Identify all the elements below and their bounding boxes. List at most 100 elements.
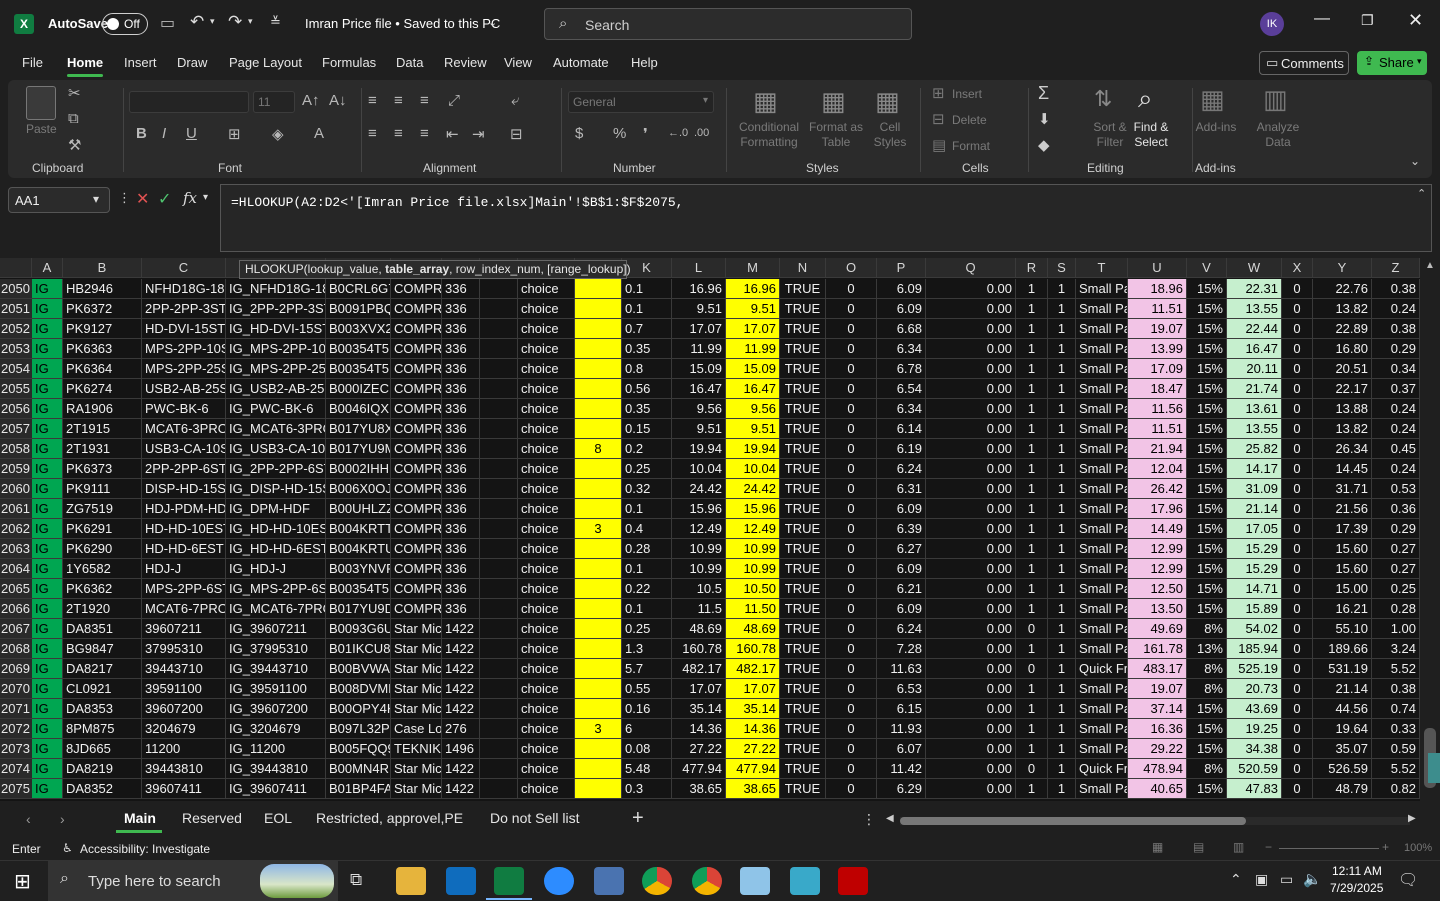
- cell-v[interactable]: 15%: [1187, 599, 1227, 619]
- cell-y[interactable]: 55.10: [1313, 619, 1372, 639]
- cell-l[interactable]: 9.51: [672, 299, 726, 319]
- menu-home[interactable]: Home: [67, 55, 103, 70]
- cell-i[interactable]: choice: [518, 359, 575, 379]
- cell-e[interactable]: B000IZECH: [326, 379, 391, 399]
- row-header[interactable]: 2058: [0, 439, 32, 459]
- cell-z[interactable]: 0.27: [1372, 539, 1420, 559]
- cell-b[interactable]: ZG7519: [63, 499, 142, 519]
- cell-x[interactable]: 0: [1282, 599, 1313, 619]
- cell-m[interactable]: 17.07: [726, 679, 780, 699]
- insert-cells-icon[interactable]: ⊞: [932, 84, 945, 102]
- cell-t[interactable]: Small Pa: [1076, 459, 1128, 479]
- cell-o[interactable]: 0: [826, 299, 877, 319]
- cancel-entry-icon[interactable]: ✕: [136, 189, 149, 209]
- cell-b[interactable]: PK6363: [63, 339, 142, 359]
- cell-t[interactable]: Small Pa: [1076, 679, 1128, 699]
- cell-h[interactable]: [480, 399, 518, 419]
- cell-k[interactable]: 5.7: [622, 659, 672, 679]
- column-header-m[interactable]: M: [726, 258, 780, 278]
- cell-f[interactable]: TEKNIK: [391, 739, 442, 759]
- hscroll-thumb[interactable]: [900, 817, 1246, 825]
- cell-k[interactable]: 0.8: [622, 359, 672, 379]
- cell-l[interactable]: 9.51: [672, 419, 726, 439]
- cell-p[interactable]: 6.24: [877, 459, 926, 479]
- cell-k[interactable]: 0.55: [622, 679, 672, 699]
- cell-d[interactable]: IG_39607200: [226, 699, 326, 719]
- minimize-icon[interactable]: —: [1314, 10, 1330, 28]
- cell-w[interactable]: 520.59: [1227, 759, 1282, 779]
- cell-k[interactable]: 0.1: [622, 559, 672, 579]
- cell-w[interactable]: 14.17: [1227, 459, 1282, 479]
- cell-e[interactable]: B097L32PI: [326, 719, 391, 739]
- cell-c[interactable]: USB3-CA-10S: [142, 439, 226, 459]
- cell-a[interactable]: IG: [32, 659, 63, 679]
- cell-v[interactable]: 15%: [1187, 419, 1227, 439]
- cell-t[interactable]: Small Pa: [1076, 719, 1128, 739]
- cell-e[interactable]: B00OPY4K: [326, 699, 391, 719]
- cell-z[interactable]: 3.24: [1372, 639, 1420, 659]
- cell-f[interactable]: COMPRE: [391, 399, 442, 419]
- task-view-icon[interactable]: ⧉: [350, 870, 362, 890]
- cell-o[interactable]: 0: [826, 539, 877, 559]
- cell-n[interactable]: TRUE: [780, 279, 826, 299]
- cell-p[interactable]: 6.15: [877, 699, 926, 719]
- cell-f[interactable]: COMPRE: [391, 599, 442, 619]
- cell-t[interactable]: Small Pa: [1076, 339, 1128, 359]
- comma-style-icon[interactable]: ❜: [643, 125, 648, 143]
- cell-p[interactable]: 6.78: [877, 359, 926, 379]
- cell-h[interactable]: [480, 659, 518, 679]
- cell-n[interactable]: TRUE: [780, 399, 826, 419]
- cell-w[interactable]: 20.73: [1227, 679, 1282, 699]
- cell-m[interactable]: 9.51: [726, 419, 780, 439]
- cell-k[interactable]: 0.35: [622, 399, 672, 419]
- cell-h[interactable]: [480, 379, 518, 399]
- cell-r[interactable]: 1: [1016, 279, 1048, 299]
- cell-a[interactable]: IG: [32, 719, 63, 739]
- cell-x[interactable]: 0: [1282, 559, 1313, 579]
- cell-j[interactable]: [575, 279, 622, 299]
- cell-h[interactable]: [480, 579, 518, 599]
- cell-a[interactable]: IG: [32, 639, 63, 659]
- cell-x[interactable]: 0: [1282, 419, 1313, 439]
- cell-r[interactable]: 1: [1016, 579, 1048, 599]
- cell-k[interactable]: 0.1: [622, 499, 672, 519]
- cell-v[interactable]: 15%: [1187, 499, 1227, 519]
- cell-h[interactable]: [480, 639, 518, 659]
- cell-t[interactable]: Small Pa: [1076, 559, 1128, 579]
- cell-c[interactable]: HDJ-PDM-HDF: [142, 499, 226, 519]
- cell-s[interactable]: 1: [1048, 359, 1076, 379]
- cell-i[interactable]: choice: [518, 719, 575, 739]
- cell-o[interactable]: 0: [826, 659, 877, 679]
- cell-p[interactable]: 11.42: [877, 759, 926, 779]
- cell-j[interactable]: [575, 779, 622, 799]
- cell-j[interactable]: [575, 559, 622, 579]
- cell-k[interactable]: 1.3: [622, 639, 672, 659]
- cell-r[interactable]: 1: [1016, 299, 1048, 319]
- cell-f[interactable]: Star Mic: [391, 759, 442, 779]
- cell-q[interactable]: 0.00: [926, 779, 1016, 799]
- cell-e[interactable]: B008DVMH: [326, 679, 391, 699]
- cell-s[interactable]: 1: [1048, 539, 1076, 559]
- cell-v[interactable]: 15%: [1187, 339, 1227, 359]
- cell-y[interactable]: 21.14: [1313, 679, 1372, 699]
- cell-l[interactable]: 12.49: [672, 519, 726, 539]
- menu-file[interactable]: File: [22, 55, 43, 70]
- cell-e[interactable]: B00354T5U: [326, 359, 391, 379]
- row-header[interactable]: 2057: [0, 419, 32, 439]
- cell-s[interactable]: 1: [1048, 279, 1076, 299]
- cell-e[interactable]: B00354T5U: [326, 579, 391, 599]
- cell-t[interactable]: Quick Fr: [1076, 659, 1128, 679]
- row-header[interactable]: 2063: [0, 539, 32, 559]
- cell-h[interactable]: [480, 679, 518, 699]
- comments-button[interactable]: ▭ Comments: [1259, 51, 1349, 75]
- cell-l[interactable]: 9.56: [672, 399, 726, 419]
- cell-i[interactable]: choice: [518, 339, 575, 359]
- cell-l[interactable]: 38.65: [672, 779, 726, 799]
- cell-v[interactable]: 15%: [1187, 439, 1227, 459]
- cell-a[interactable]: IG: [32, 359, 63, 379]
- cell-p[interactable]: 6.21: [877, 579, 926, 599]
- column-header-w[interactable]: W: [1227, 258, 1282, 278]
- cell-r[interactable]: 0: [1016, 759, 1048, 779]
- conditional-formatting-icon[interactable]: ▦: [753, 86, 778, 117]
- italic-icon[interactable]: I: [162, 125, 166, 142]
